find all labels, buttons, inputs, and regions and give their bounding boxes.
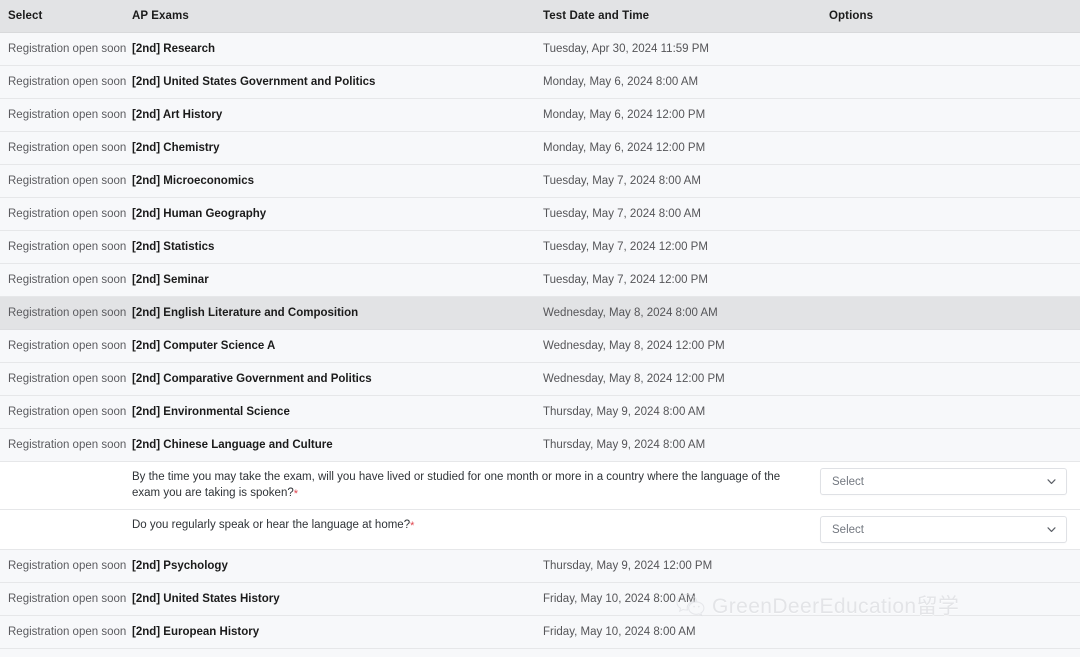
- table-row[interactable]: Registration open soon [2nd] United State…: [0, 66, 1080, 99]
- row-status-registration: Registration open soon: [8, 626, 127, 638]
- table-row[interactable]: Registration open soon [2nd] Computer Sci…: [0, 330, 1080, 363]
- table-row[interactable]: Registration open soon [2nd] Statistics Tu…: [0, 231, 1080, 264]
- table-row[interactable]: Registration open soon [2nd] European His…: [0, 616, 1080, 649]
- row-exam-name[interactable]: [2nd] Environmental Science: [127, 406, 532, 418]
- row-test-date-time: Tuesday, May 7, 2024 8:00 AM: [543, 175, 701, 187]
- table-row[interactable]: Registration open soon [2nd] English Lite…: [0, 297, 1080, 330]
- row-test-date-time: Tuesday, Apr 30, 2024 11:59 PM: [543, 43, 710, 55]
- row-exam-name[interactable]: [2nd] Chemistry: [127, 142, 532, 154]
- table-row[interactable]: Registration open soon [2nd] Art History M…: [0, 99, 1080, 132]
- row-status-registration: Registration open soon: [8, 76, 127, 88]
- table-row[interactable]: Registration open soon [2nd] Environmenta…: [0, 396, 1080, 429]
- question-text: Do you regularly speak or hear the langu…: [132, 519, 411, 531]
- row-exam-name[interactable]: [2nd] Computer Science A: [127, 340, 532, 352]
- row-status-registration: Registration open soon: [8, 142, 127, 154]
- language-question-row: Do you regularly speak or hear the langu…: [0, 510, 1080, 550]
- row-test-date-time: Wednesday, May 8, 2024 8:00 AM: [543, 307, 718, 319]
- table-row[interactable]: Registration open soon [2nd] Seminar Tuesd…: [0, 264, 1080, 297]
- table-row[interactable]: Registration open soon [2nd] United State…: [0, 583, 1080, 616]
- ap-exam-registration-table: Select AP Exams Test Date and Time Optio…: [0, 0, 1080, 657]
- row-exam-name[interactable]: [2nd] Art History: [127, 109, 532, 121]
- row-exam-name[interactable]: [2nd] Human Geography: [127, 208, 532, 220]
- row-exam-name[interactable]: [2nd] English Literature and Composition: [127, 307, 532, 319]
- select-placeholder: Select: [832, 475, 864, 488]
- row-status-registration: Registration open soon: [8, 208, 127, 220]
- row-exam-name[interactable]: [2nd] Psychology: [127, 560, 532, 572]
- row-status-registration: Registration open soon: [8, 241, 127, 253]
- row-exam-name[interactable]: [2nd] European History: [127, 626, 532, 638]
- row-exam-name[interactable]: [2nd] Chinese Language and Culture: [127, 439, 532, 451]
- row-test-date-time: Wednesday, May 8, 2024 12:00 PM: [543, 373, 725, 385]
- required-asterisk: *: [293, 487, 299, 500]
- row-exam-name[interactable]: [2nd] Microeconomics: [127, 175, 532, 187]
- row-exam-name[interactable]: [2nd] United States History: [127, 593, 532, 605]
- row-test-date-time: Thursday, May 9, 2024 8:00 AM: [543, 439, 706, 451]
- chevron-down-icon[interactable]: [1046, 524, 1057, 535]
- row-test-date-time: Monday, May 6, 2024 8:00 AM: [543, 76, 699, 88]
- row-test-date-time: Monday, May 6, 2024 12:00 PM: [543, 142, 706, 154]
- row-test-date-time: Friday, May 10, 2024 8:00 AM: [543, 626, 696, 638]
- row-status-registration: Registration open soon: [8, 406, 127, 418]
- table-header-row: Select AP Exams Test Date and Time Optio…: [0, 0, 1080, 33]
- row-status-registration: Registration open soon: [8, 439, 127, 451]
- question-label: By the time you may take the exam, will …: [127, 462, 820, 509]
- row-test-date-time: Thursday, May 9, 2024 8:00 AM: [543, 406, 706, 418]
- question-control-cell: Select: [820, 462, 1080, 501]
- language-question-row: By the time you may take the exam, will …: [0, 462, 1080, 510]
- table-row[interactable]: Registration open soon [2nd] Comparative …: [0, 363, 1080, 396]
- row-test-date-time: Wednesday, May 8, 2024 12:00 PM: [543, 340, 725, 352]
- column-header-select[interactable]: Select: [0, 10, 127, 22]
- row-test-date-time: Tuesday, May 7, 2024 12:00 PM: [543, 274, 708, 286]
- row-exam-name[interactable]: [2nd] United States Government and Polit…: [127, 76, 532, 88]
- table-row[interactable]: Registration open soon [2nd] Human Geogra…: [0, 198, 1080, 231]
- table-row[interactable]: Registration open soon [2nd] Research Tues…: [0, 33, 1080, 66]
- row-status-registration: Registration open soon: [8, 274, 127, 286]
- column-header-ap-exams[interactable]: AP Exams: [127, 10, 532, 22]
- required-asterisk: *: [410, 520, 415, 532]
- row-exam-name[interactable]: [2nd] Statistics: [127, 241, 532, 253]
- question-select-dropdown[interactable]: Select: [820, 516, 1067, 543]
- row-status-registration: Registration open soon: [8, 373, 127, 385]
- row-test-date-time: Tuesday, May 7, 2024 12:00 PM: [543, 241, 708, 253]
- row-status-registration: Registration open soon: [8, 109, 127, 121]
- row-status-registration: Registration open soon: [8, 43, 127, 55]
- table-row[interactable]: Registration open soon [2nd] Chemistry Mon…: [0, 132, 1080, 165]
- row-test-date-time: Tuesday, May 7, 2024 8:00 AM: [543, 208, 701, 220]
- row-status-registration: Registration open soon: [8, 560, 127, 572]
- chevron-down-icon[interactable]: [1046, 476, 1057, 487]
- column-header-options[interactable]: Options: [817, 10, 1080, 22]
- question-label: Do you regularly speak or hear the langu…: [127, 510, 820, 542]
- table-row[interactable]: Registration open soon [2nd] Psychology Th…: [0, 550, 1080, 583]
- row-exam-name[interactable]: [2nd] Comparative Government and Politic…: [127, 373, 532, 385]
- row-status-registration: Registration open soon: [8, 593, 127, 605]
- row-status-registration: Registration open soon: [8, 175, 127, 187]
- question-control-cell: Select: [820, 510, 1080, 549]
- column-header-test-date-and-time[interactable]: Test Date and Time: [532, 10, 817, 22]
- question-text: By the time you may take the exam, will …: [132, 471, 781, 499]
- row-status-registration: Registration open soon: [8, 340, 127, 352]
- row-exam-name[interactable]: [2nd] Research: [127, 43, 532, 55]
- table-row[interactable]: Registration open soon[2nd] Macroeconomi…: [0, 649, 1080, 657]
- row-test-date-time: Thursday, May 9, 2024 12:00 PM: [543, 560, 713, 572]
- question-select-dropdown[interactable]: Select: [820, 468, 1067, 495]
- row-exam-name[interactable]: [2nd] Seminar: [127, 274, 532, 286]
- table-row[interactable]: Registration open soon [2nd] Chinese Lang…: [0, 429, 1080, 462]
- table-row[interactable]: Registration open soon [2nd] Microeconomi…: [0, 165, 1080, 198]
- row-status-registration: Registration open soon: [8, 307, 127, 319]
- row-test-date-time: Monday, May 6, 2024 12:00 PM: [543, 109, 706, 121]
- table-body: Registration open soon [2nd] Research Tues…: [0, 33, 1080, 657]
- row-test-date-time: Friday, May 10, 2024 8:00 AM: [543, 593, 696, 605]
- select-placeholder: Select: [832, 523, 864, 536]
